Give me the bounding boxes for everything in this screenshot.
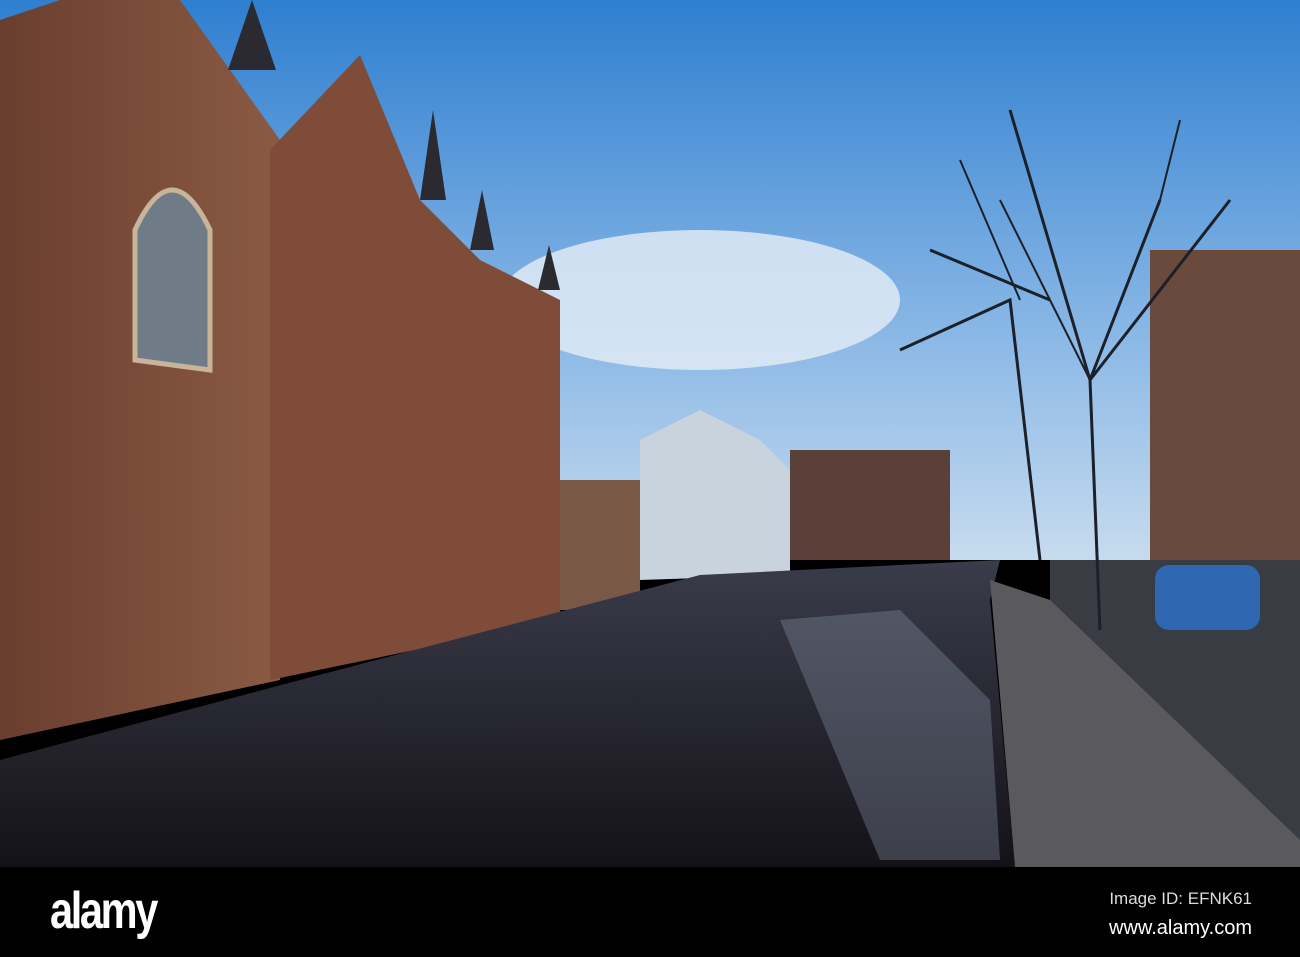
right-house	[1150, 250, 1300, 570]
alamy-logo: alamy	[50, 882, 158, 940]
image-id: Image ID: EFNK61	[1109, 889, 1252, 908]
gothic-building	[0, 0, 280, 740]
far-houses	[790, 450, 950, 560]
church-window	[132, 187, 213, 373]
website-link: www.alamy.com	[1109, 917, 1252, 939]
photo-frame: alamy Image ID: EFNK61 www.alamy.com	[0, 0, 1300, 957]
low-building	[560, 480, 640, 610]
car	[1155, 565, 1260, 630]
watermark-bar: alamy Image ID: EFNK61 www.alamy.com	[0, 867, 1300, 957]
canal-photo	[0, 0, 1300, 867]
